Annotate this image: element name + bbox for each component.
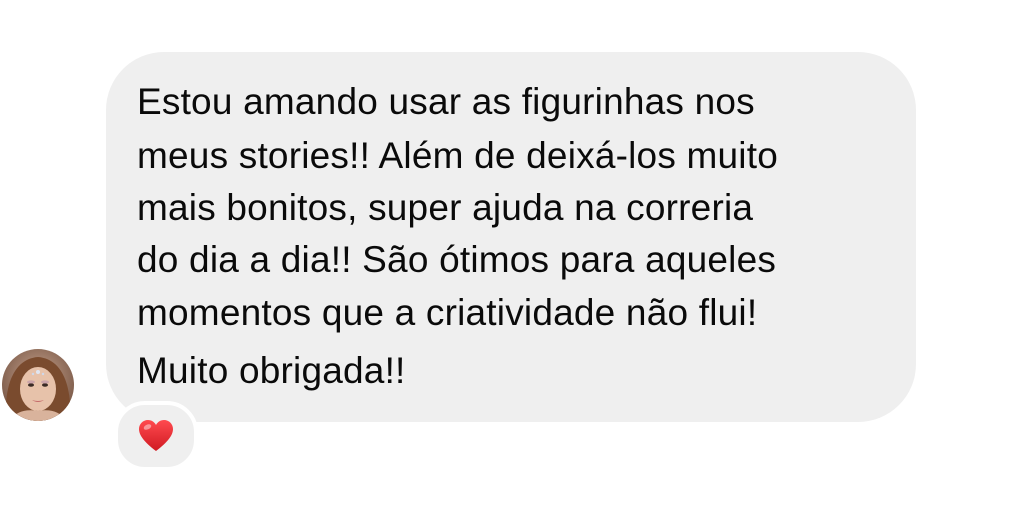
message-text-line-2: meus stories!! Além de deixá-los muito: [137, 135, 778, 176]
message-text-line-5: momentos que a criatividade não flui!: [137, 292, 758, 333]
heart-icon: [139, 420, 173, 451]
message-text-line-6: Muito obrigada!!: [137, 350, 406, 391]
avatar-photo: [2, 349, 74, 421]
message-text-line-3: mais bonitos, super ajuda na correria: [137, 187, 754, 228]
message-text-line-4: do dia a dia!! São ótimos para aqueles: [137, 239, 777, 280]
avatar[interactable]: [2, 349, 74, 421]
reaction-badge[interactable]: [114, 401, 198, 471]
message-text-line-1: Estou amando usar as figurinhas nos: [137, 81, 755, 122]
